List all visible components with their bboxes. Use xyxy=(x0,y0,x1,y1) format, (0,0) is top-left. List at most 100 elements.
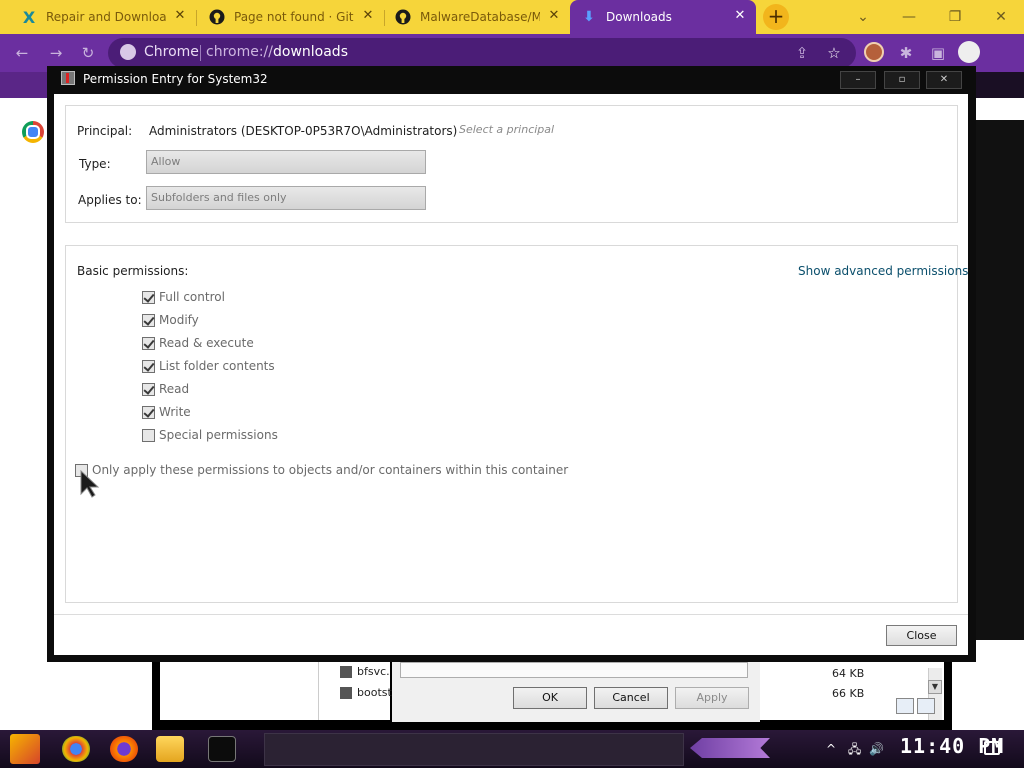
apply-button[interactable]: Apply xyxy=(675,687,749,709)
x-logo-icon: X xyxy=(22,7,36,27)
show-advanced-permissions-link[interactable]: Show advanced permissions xyxy=(798,264,968,278)
start-button[interactable] xyxy=(10,734,40,764)
url-prefix: chrome:// xyxy=(206,44,273,60)
file-explorer-taskbar-icon[interactable] xyxy=(156,736,184,762)
close-button[interactable]: Close xyxy=(886,625,957,646)
file-size: 66 KB xyxy=(832,687,865,700)
volume-icon[interactable]: 🔊 xyxy=(869,742,884,756)
side-panel-icon[interactable]: ▣ xyxy=(926,41,950,65)
basic-permissions-label: Basic permissions: xyxy=(77,264,189,278)
checkbox[interactable] xyxy=(142,405,155,419)
permission-full-control[interactable]: Full control xyxy=(142,289,225,305)
extension-avatar-icon[interactable] xyxy=(864,42,884,62)
profile-icon[interactable] xyxy=(958,41,980,63)
large-icons-view-icon[interactable] xyxy=(917,698,935,714)
firefox-taskbar-icon[interactable] xyxy=(110,736,138,762)
site-chip: Chrome xyxy=(120,44,199,60)
select-principal-link[interactable]: Select a principal xyxy=(459,123,554,136)
tab-page-not-found[interactable]: Page not found · GitH ✕ xyxy=(198,0,384,34)
checkbox[interactable] xyxy=(142,313,155,327)
command-prompt-taskbar-icon[interactable] xyxy=(208,736,236,762)
browser-tab-strip: X Repair and Download ✕ Page not found ·… xyxy=(0,0,1024,34)
permission-write[interactable]: Write xyxy=(142,404,191,420)
tab-separator xyxy=(196,10,197,26)
bookmark-star-icon[interactable]: ☆ xyxy=(822,41,846,65)
chrome-logo-icon xyxy=(22,121,44,143)
tab-label: Repair and Download xyxy=(46,10,166,24)
minimize-icon[interactable]: – xyxy=(840,71,876,89)
checkbox[interactable] xyxy=(142,359,155,373)
github-icon xyxy=(394,8,412,26)
app-icon xyxy=(61,71,75,85)
file-size: 64 KB xyxy=(832,667,865,680)
permission-list-folder-contents[interactable]: List folder contents xyxy=(142,358,275,374)
list-item[interactable]: bfsvc. xyxy=(340,665,390,678)
checkbox[interactable] xyxy=(142,336,155,350)
taskbar-decoration xyxy=(690,738,770,758)
bookmarks-bar xyxy=(0,72,48,98)
checkbox[interactable] xyxy=(142,382,155,396)
permission-read-execute[interactable]: Read & execute xyxy=(142,335,254,351)
permission-label: Read xyxy=(159,382,190,396)
permission-modify[interactable]: Modify xyxy=(142,312,199,328)
permission-read[interactable]: Read xyxy=(142,381,189,397)
chrome-icon xyxy=(120,44,136,60)
maximize-icon[interactable]: ▫ xyxy=(884,71,920,89)
type-dropdown[interactable]: Allow xyxy=(146,150,426,174)
forward-icon[interactable]: → xyxy=(44,41,68,65)
system-tray: ^ 🖧 🔊 xyxy=(826,740,884,761)
extensions-icon[interactable]: ✱ xyxy=(894,41,918,65)
close-icon[interactable]: ✕ xyxy=(360,8,376,24)
restore-icon[interactable]: ❐ xyxy=(944,6,966,28)
applies-to-dropdown[interactable]: Subfolders and files only xyxy=(146,186,426,210)
tab-repair-and-download[interactable]: X Repair and Download ✕ xyxy=(10,0,196,34)
dialog-title: Permission Entry for System32 xyxy=(83,72,268,86)
site-label: Chrome xyxy=(144,44,199,60)
back-icon[interactable]: ← xyxy=(10,41,34,65)
permission-label: Read & execute xyxy=(159,336,254,350)
close-icon[interactable]: ✕ xyxy=(546,8,562,24)
tab-label: Page not found · GitH xyxy=(234,10,354,24)
permission-label: Special permissions xyxy=(159,428,278,442)
security-dialog-field xyxy=(400,662,748,678)
file-name: bfsvc. xyxy=(357,665,390,678)
cancel-button[interactable]: Cancel xyxy=(594,687,668,709)
tab-malware-database[interactable]: MalwareDatabase/ME ✕ xyxy=(384,0,570,34)
scroll-down-icon[interactable]: ▼ xyxy=(928,680,942,694)
close-icon[interactable]: ✕ xyxy=(926,71,962,89)
only-apply-label: Only apply these permissions to objects … xyxy=(92,463,569,477)
download-icon: ⬇ xyxy=(583,9,595,25)
network-icon[interactable]: 🖧 xyxy=(848,742,861,756)
url-path: downloads xyxy=(273,44,348,60)
new-tab-button[interactable]: + xyxy=(763,4,789,30)
only-apply-option[interactable]: Only apply these permissions to objects … xyxy=(75,462,568,478)
url-text[interactable]: chrome://downloads xyxy=(206,44,348,60)
list-item[interactable]: bootst xyxy=(340,686,392,699)
notifications-icon[interactable] xyxy=(984,741,1000,755)
permission-special[interactable]: Special permissions xyxy=(142,427,278,443)
permission-label: Modify xyxy=(159,313,199,327)
address-bar[interactable]: Chrome chrome://downloads xyxy=(108,38,856,68)
tab-search-chevron-icon[interactable]: ⌄ xyxy=(852,6,874,28)
checkbox[interactable] xyxy=(142,428,155,442)
applies-to-label: Applies to: xyxy=(78,193,142,207)
tab-downloads[interactable]: ⬇ Downloads ✕ xyxy=(570,0,756,34)
checkbox[interactable] xyxy=(142,290,155,304)
close-window-icon[interactable]: ✕ xyxy=(990,6,1012,28)
close-icon[interactable]: ✕ xyxy=(172,8,188,24)
tab-label: MalwareDatabase/ME xyxy=(420,10,540,24)
close-icon[interactable]: ✕ xyxy=(732,8,748,24)
view-toggle xyxy=(896,698,940,718)
ok-button[interactable]: OK xyxy=(513,687,587,709)
chrome-taskbar-icon[interactable] xyxy=(62,736,90,762)
permission-label: Full control xyxy=(159,290,225,304)
details-view-icon[interactable] xyxy=(896,698,914,714)
show-hidden-icons-icon[interactable]: ^ xyxy=(826,742,836,756)
footer-separator xyxy=(54,614,968,615)
reload-icon[interactable]: ↻ xyxy=(76,41,100,65)
type-label: Type: xyxy=(79,157,111,171)
taskbar-window-preview xyxy=(264,733,684,766)
share-icon[interactable]: ⇪ xyxy=(790,41,814,65)
minimize-icon[interactable]: — xyxy=(898,6,920,28)
permission-label: Write xyxy=(159,405,191,419)
